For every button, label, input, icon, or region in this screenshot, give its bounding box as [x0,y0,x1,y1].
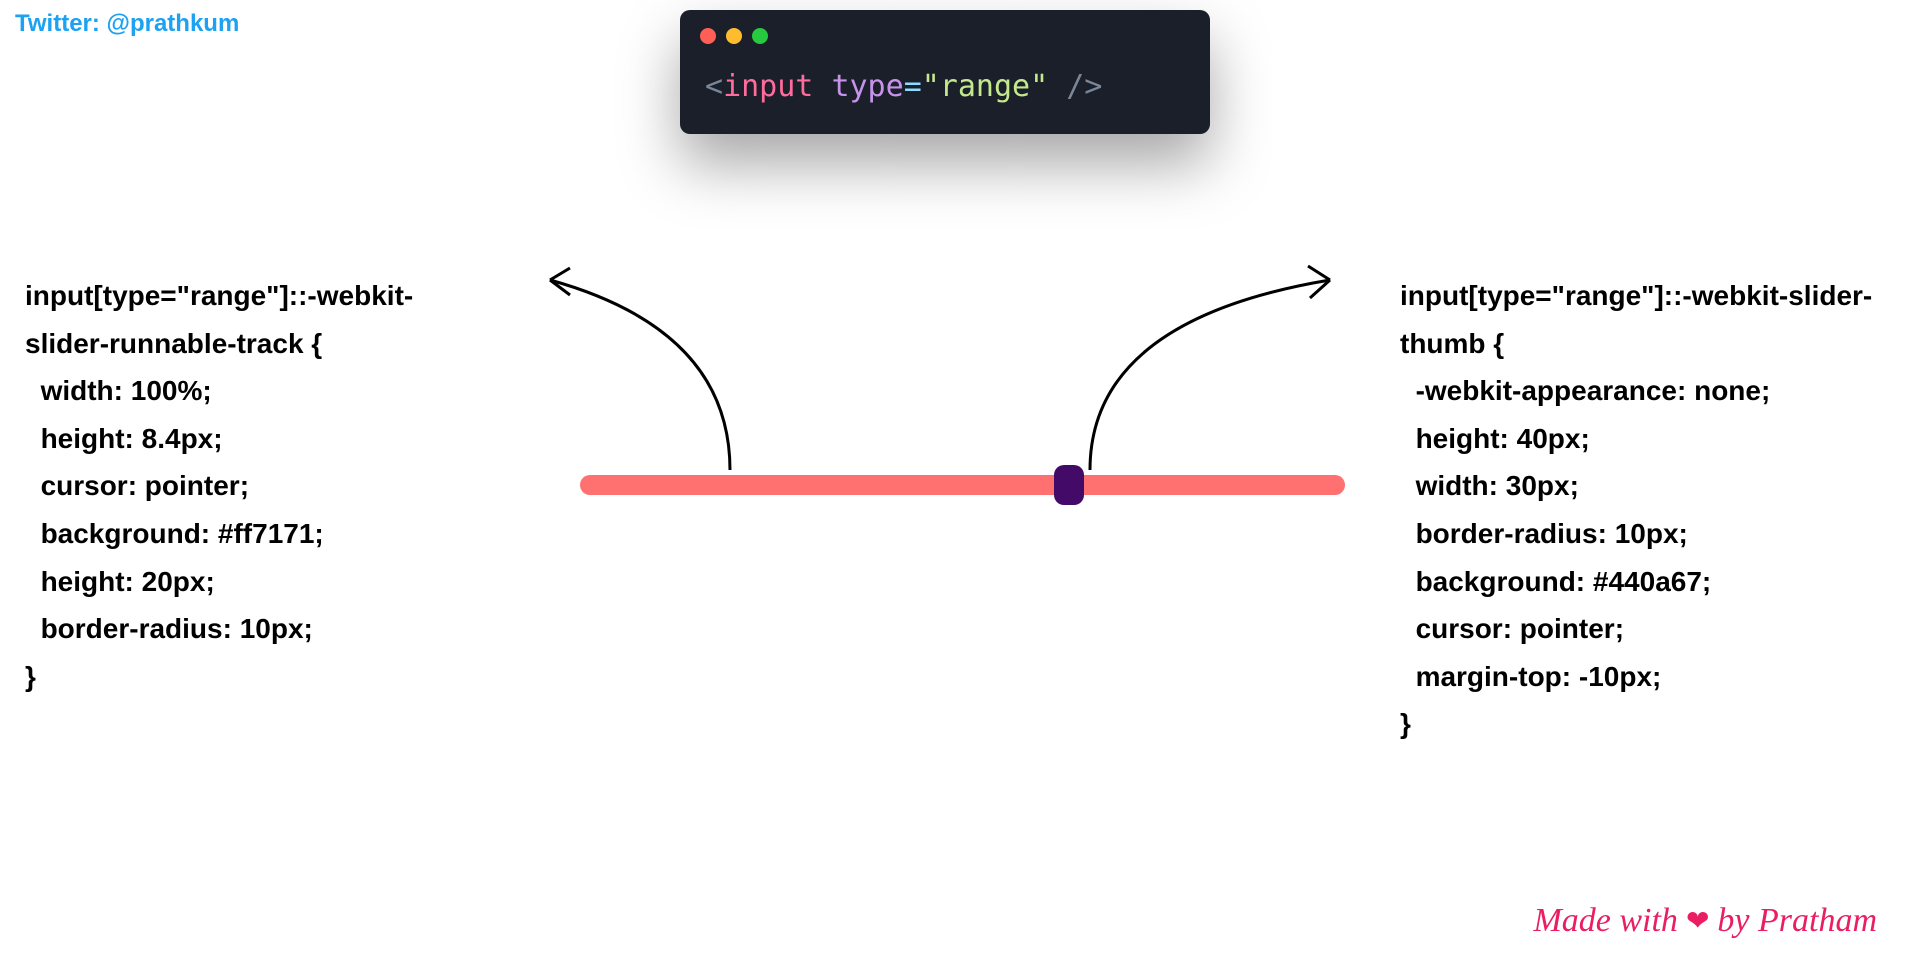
attr-value: "range" [922,69,1048,104]
twitter-handle: Twitter: @prathkum [15,10,239,38]
footer-suffix: by Pratham [1717,902,1877,940]
css-track-code: input[type="range"]::-webkit-slider-runn… [25,272,445,700]
css-thumb-code: input[type="range"]::-webkit-slider-thum… [1400,272,1900,748]
bracket-open: < [705,69,723,104]
heart-icon: ❤ [1686,904,1709,938]
arrow-left-icon [530,260,760,480]
minimize-dot-icon [726,28,742,44]
window-controls [680,10,1210,54]
footer-credit: Made with ❤ by Pratham [1533,902,1877,940]
code-editor-window: <input type="range" /> [680,10,1210,134]
tag-name: input [723,69,813,104]
attr-name: type [831,69,903,104]
arrow-right-icon [1080,260,1350,480]
equals-sign: = [904,69,922,104]
bracket-close: /> [1048,69,1102,104]
footer-prefix: Made with [1533,902,1677,940]
code-snippet: <input type="range" /> [680,54,1210,109]
maximize-dot-icon [752,28,768,44]
close-dot-icon [700,28,716,44]
